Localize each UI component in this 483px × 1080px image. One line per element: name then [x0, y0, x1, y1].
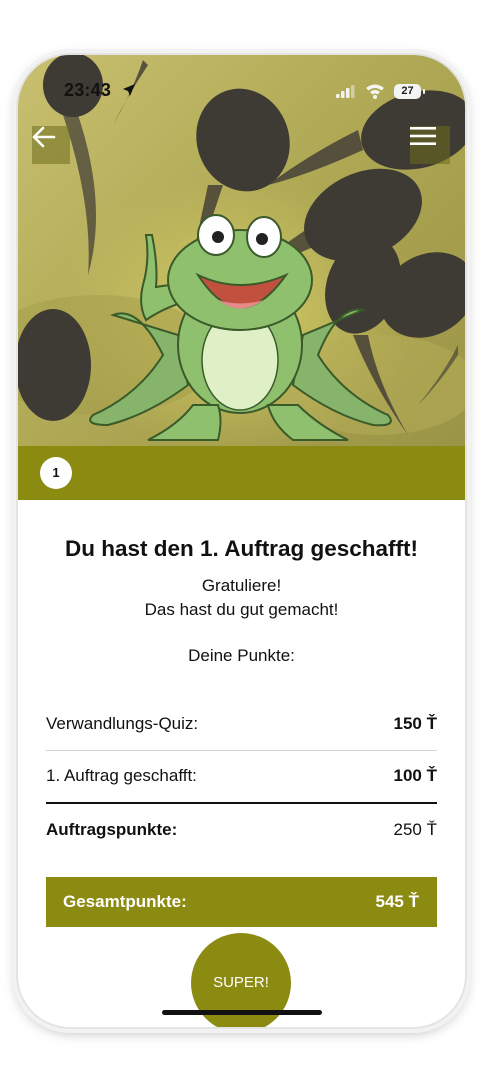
points-row-task-total: Auftragspunkte: 250 Ť [46, 806, 437, 856]
arrow-left-icon [32, 126, 56, 148]
total-points-bar: Gesamtpunkte: 545 Ť [46, 877, 437, 927]
points-row-task: 1. Auftrag geschafft: 100 Ť [46, 752, 437, 804]
step-bar: 1 [18, 446, 465, 500]
menu-button[interactable] [410, 126, 450, 164]
status-bar: 23:43 27 [18, 77, 465, 107]
location-arrow-icon [123, 84, 135, 96]
hero-image: 23:43 27 [18, 55, 465, 446]
praise-text: Das hast du gut gemacht! [144, 600, 339, 619]
status-time: 23:43 [64, 80, 112, 100]
battery-icon: 27 [394, 84, 421, 99]
congrats-text: Gratuliere! [201, 576, 282, 595]
hamburger-menu-icon [410, 127, 436, 145]
points-row-value: 100 Ť [393, 766, 437, 785]
points-row-label: Auftragspunkte: [46, 820, 178, 839]
points-row-value: 250 Ť [393, 820, 437, 839]
total-points-value: 545 Ť [375, 892, 419, 911]
tadpole-frog-illustration [18, 55, 465, 441]
points-row-value: 150 Ť [393, 714, 437, 733]
total-points-label: Gesamtpunkte: [63, 892, 187, 911]
back-button[interactable] [32, 126, 70, 164]
points-row-label: 1. Auftrag geschafft: [46, 766, 197, 785]
step-number-badge: 1 [40, 457, 72, 489]
points-row-quiz: Verwandlungs-Quiz: 150 Ť [46, 700, 437, 751]
page-title: Du hast den 1. Auftrag geschafft! [65, 536, 418, 561]
battery-tip [423, 89, 425, 94]
home-indicator[interactable] [162, 1010, 322, 1015]
wifi-icon [366, 84, 384, 99]
points-row-label: Verwandlungs-Quiz: [46, 714, 199, 733]
points-heading: Deine Punkte: [188, 646, 295, 665]
phone-screen: 23:43 27 1 Du hast den 1. Auftrag gescha… [18, 55, 465, 1027]
signal-icon [336, 85, 355, 98]
